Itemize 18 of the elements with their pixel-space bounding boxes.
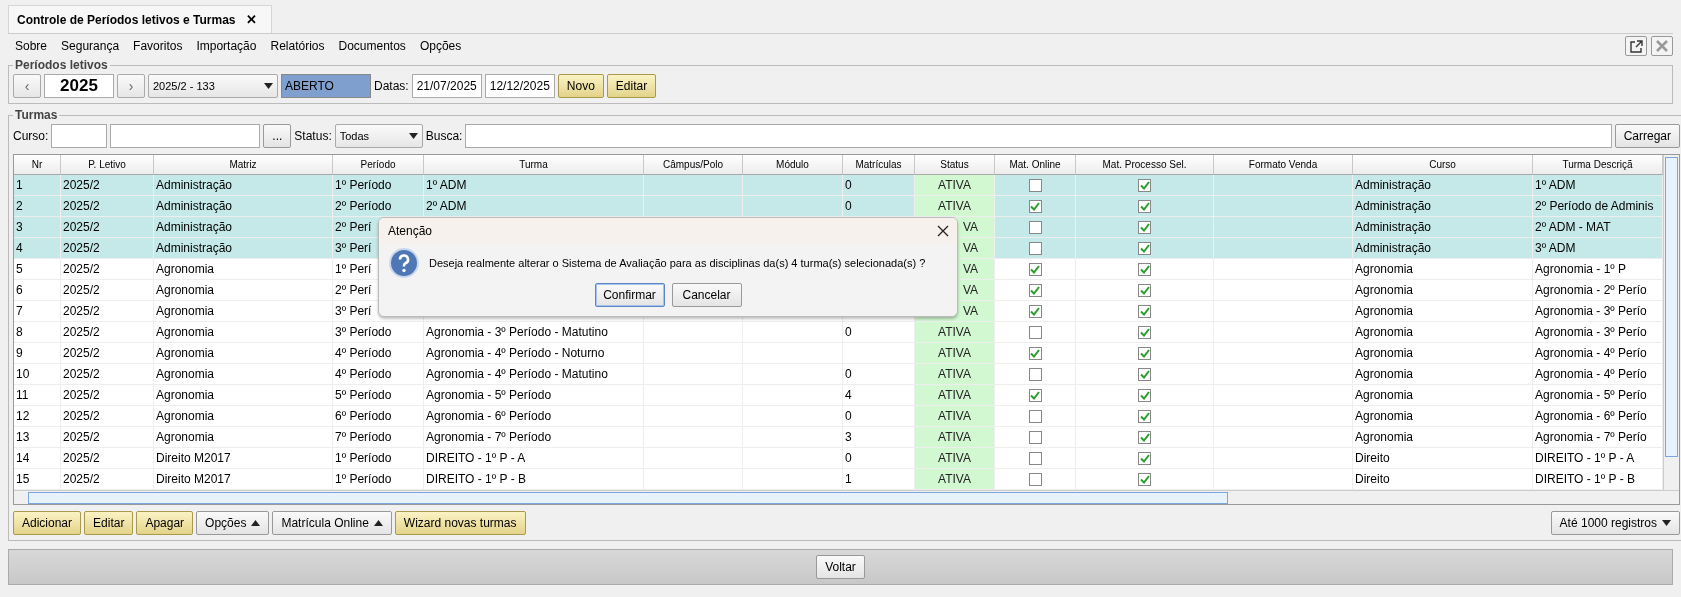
table-cell: ATIVA: [915, 469, 995, 490]
table-cell: ATIVA: [915, 196, 995, 217]
dates-label: Datas:: [374, 79, 409, 93]
table-cell: ATIVA: [915, 364, 995, 385]
table-cell: ATIVA: [915, 427, 995, 448]
section-title: Turmas: [14, 108, 59, 122]
search-label: Busca:: [425, 129, 463, 143]
table-cell: ATIVA: [915, 343, 995, 364]
course-label: Curso:: [13, 129, 49, 143]
status-field: ABERTO: [281, 74, 371, 98]
table-cell: ATIVA: [915, 448, 995, 469]
status-label: Status:: [294, 129, 332, 143]
table-cell: ATIVA: [915, 322, 995, 343]
table-cell: ATIVA: [915, 385, 995, 406]
section-title: Períodos letivos: [14, 58, 109, 72]
table-cell: ATIVA: [915, 175, 995, 196]
tab-title: Controle de Períodos letivos e Turmas: [17, 12, 236, 27]
table-cell: ATIVA: [915, 406, 995, 427]
